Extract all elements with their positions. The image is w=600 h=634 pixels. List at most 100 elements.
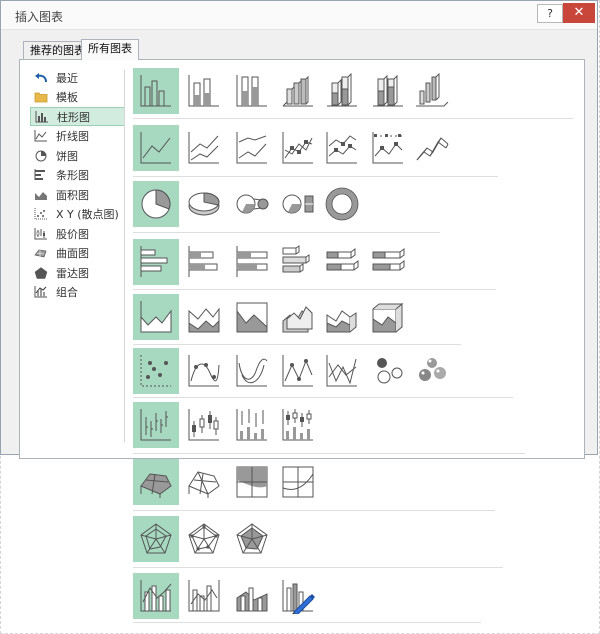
3d-100-stacked-bar-thumb[interactable] — [365, 239, 411, 285]
sidebar-item-label: 折线图 — [56, 130, 89, 143]
3d-clustered-column-thumb[interactable] — [275, 68, 321, 114]
undo-arrow-icon — [30, 71, 52, 85]
stacked-line-markers-thumb[interactable] — [319, 125, 365, 171]
wireframe-contour-icon — [282, 466, 314, 498]
sidebar-item-area[interactable]: 面积图 — [30, 185, 125, 204]
wireframe-contour-thumb[interactable] — [275, 459, 321, 505]
bar-chart-icon — [30, 168, 52, 182]
3d-bubble-icon — [419, 358, 446, 381]
volume-high-low-close-thumb[interactable] — [229, 402, 275, 448]
100-stacked-line-markers-icon — [372, 132, 403, 164]
line-thumb[interactable] — [133, 125, 179, 171]
sidebar-item-pie[interactable]: 饼图 — [30, 146, 125, 165]
scatter-straight-lines-thumb[interactable] — [319, 348, 365, 394]
stacked-line-markers-icon — [326, 132, 357, 164]
wireframe-3d-surface-thumb[interactable] — [181, 459, 227, 505]
open-high-low-close-thumb[interactable] — [181, 402, 227, 448]
clustered-column-line-thumb[interactable] — [133, 573, 179, 619]
filled-radar-icon — [236, 523, 268, 554]
high-low-close-icon — [140, 409, 171, 441]
stacked-bar-thumb[interactable] — [181, 239, 227, 285]
3d-stacked-area-thumb[interactable] — [319, 294, 365, 340]
clustered-column-line-icon — [140, 580, 172, 612]
filled-radar-thumb[interactable] — [229, 516, 275, 562]
stacked-area-clustered-column-icon — [236, 587, 268, 612]
column-chart-icon — [31, 110, 53, 124]
pie-thumb[interactable] — [133, 181, 179, 227]
stacked-line-thumb[interactable] — [181, 125, 227, 171]
sidebar-item-column[interactable]: 柱形图 — [30, 107, 125, 126]
sidebar-item-combo[interactable]: 组合 — [30, 283, 125, 302]
clustered-column-thumb[interactable] — [133, 68, 179, 114]
stacked-area-thumb[interactable] — [181, 294, 227, 340]
open-high-low-close-icon — [188, 409, 219, 441]
100-stacked-line-thumb[interactable] — [229, 125, 275, 171]
sidebar-item-label: 饼图 — [56, 149, 78, 163]
stacked-column-thumb[interactable] — [181, 68, 227, 114]
3d-pie-icon — [188, 192, 220, 216]
pie-chart-icon — [30, 149, 52, 163]
close-button[interactable]: ✕ — [563, 3, 595, 23]
row-divider — [133, 567, 503, 568]
line-icon — [140, 132, 171, 164]
3d-100-stacked-area-thumb[interactable] — [365, 294, 411, 340]
doughnut-icon — [325, 187, 359, 221]
stacked-area-clustered-column-thumb[interactable] — [229, 573, 275, 619]
3d-100-stacked-column-thumb[interactable] — [365, 68, 411, 114]
radar-with-markers-thumb[interactable] — [181, 516, 227, 562]
100-stacked-column-thumb[interactable] — [229, 68, 275, 114]
custom-combination-thumb[interactable] — [275, 573, 321, 619]
sidebar-item-bar[interactable]: 条形图 — [30, 166, 125, 185]
volume-open-high-low-close-thumb[interactable] — [275, 402, 321, 448]
sidebar-item-label: 柱形图 — [57, 110, 90, 124]
3d-clustered-bar-thumb[interactable] — [275, 239, 321, 285]
scatter-smooth-markers-thumb[interactable] — [181, 348, 227, 394]
pie-icon — [141, 189, 171, 219]
bubble-thumb[interactable] — [365, 348, 411, 394]
radar-thumb[interactable] — [133, 516, 179, 562]
3d-stacked-bar-thumb[interactable] — [319, 239, 365, 285]
sidebar-item-scatter[interactable]: X Y (散点图) — [30, 205, 125, 224]
sidebar-item-line[interactable]: 折线图 — [30, 127, 125, 146]
sidebar-item-label: 雷达图 — [56, 266, 89, 280]
scatter-thumb[interactable] — [133, 348, 179, 394]
sidebar-item-radar[interactable]: 雷达图 — [30, 263, 125, 282]
scatter-straight-markers-thumb[interactable] — [275, 348, 321, 394]
3d-line-thumb[interactable] — [409, 125, 455, 171]
100-stacked-bar-thumb[interactable] — [229, 239, 275, 285]
contour-thumb[interactable] — [229, 459, 275, 505]
100-stacked-line-markers-thumb[interactable] — [365, 125, 411, 171]
pie-of-pie-thumb[interactable] — [229, 181, 275, 227]
sidebar-item-templates[interactable]: 模板 — [30, 88, 125, 107]
3d-stacked-column-icon — [327, 73, 357, 107]
scatter-straight-markers-icon — [282, 355, 313, 387]
clustered-bar-thumb[interactable] — [133, 239, 179, 285]
3d-area-thumb[interactable] — [275, 294, 321, 340]
3d-stacked-column-thumb[interactable] — [319, 68, 365, 114]
3d-bubble-thumb[interactable] — [409, 348, 455, 394]
wireframe-3d-surface-icon — [188, 471, 220, 498]
pie-of-pie-icon — [236, 194, 269, 214]
bar-of-pie-thumb[interactable] — [275, 181, 321, 227]
line-with-markers-thumb[interactable] — [275, 125, 321, 171]
volume-high-low-close-icon — [236, 409, 267, 441]
3d-stacked-area-icon — [326, 310, 357, 333]
area-thumb[interactable] — [133, 294, 179, 340]
3d-column-icon — [416, 73, 449, 107]
100-stacked-area-thumb[interactable] — [229, 294, 275, 340]
clustered-column-line-secondary-thumb[interactable] — [181, 573, 227, 619]
scatter-smooth-lines-thumb[interactable] — [229, 348, 275, 394]
3d-pie-thumb[interactable] — [181, 181, 227, 227]
tab-all-charts[interactable]: 所有图表 — [81, 39, 139, 60]
sidebar-item-stock[interactable]: 股价图 — [30, 224, 125, 243]
doughnut-thumb[interactable] — [319, 181, 365, 227]
row-divider — [133, 176, 498, 177]
row-divider — [133, 118, 573, 119]
sidebar-item-recent[interactable]: 最近 — [30, 68, 125, 87]
3d-surface-thumb[interactable] — [133, 459, 179, 505]
help-button[interactable]: ? — [537, 4, 563, 23]
sidebar-item-surface[interactable]: 曲面图 — [30, 244, 125, 263]
100-stacked-area-icon — [236, 302, 268, 333]
high-low-close-thumb[interactable] — [133, 402, 179, 448]
3d-column-thumb[interactable] — [409, 68, 455, 114]
